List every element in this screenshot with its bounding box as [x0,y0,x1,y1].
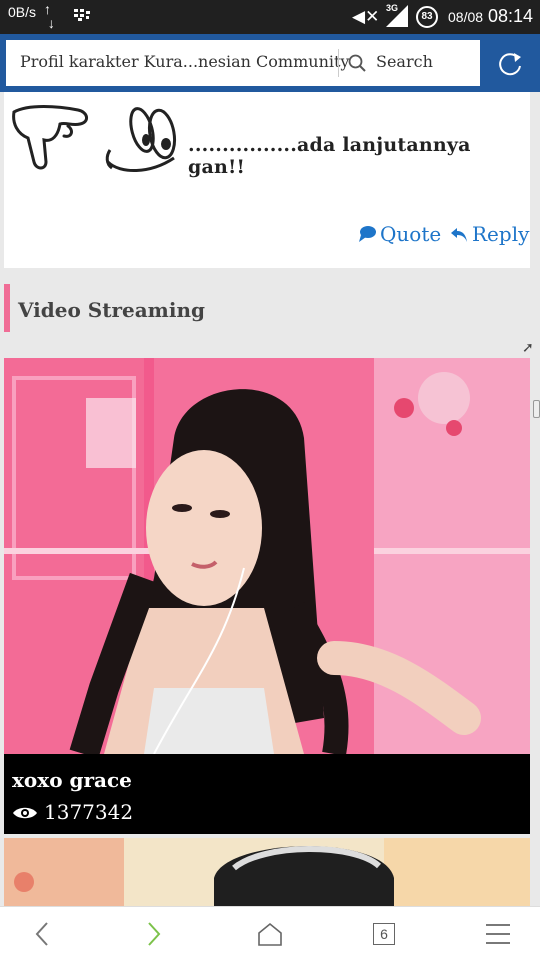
next-video-thumbnail[interactable] [4,838,530,906]
video-thumbnail[interactable] [4,358,530,754]
menu-icon [486,924,510,944]
address-bar[interactable]: Profil karakter Kura...nesian Community … [6,40,480,86]
menu-button[interactable] [458,907,538,961]
quote-button[interactable]: Quote [358,222,441,246]
next-stream-preview-image [4,838,530,906]
data-activity-icon: ↑ ↓ [44,1,55,31]
back-arrow-icon [35,922,48,946]
status-time: 08:14 [488,6,534,26]
quote-label[interactable]: Quote [380,222,441,246]
section-title: Video Streaming [18,298,205,322]
streamer-name[interactable]: xoxo grace [12,768,132,792]
home-icon [258,922,282,946]
post-body-text: ................ada lanjutannya gan!! [188,134,471,178]
search-icon[interactable] [348,54,366,72]
scroll-up-icon[interactable]: ➚ [522,340,534,356]
battery-icon: 83 [416,6,438,28]
forward-arrow-icon [148,922,161,946]
pointing-hand-emoticon [12,105,88,170]
eye-icon [13,807,37,819]
signal-icon [386,5,408,27]
stream-preview-image [4,358,530,754]
tabs-count: 6 [380,926,388,942]
home-button[interactable] [230,907,310,961]
search-button[interactable]: Search [376,52,433,71]
section-marker [4,284,10,332]
reply-label[interactable]: Reply [472,222,529,246]
status-bar: 0B/s ↑ ↓ ◀✕ 3G 83 08/08 08:14 [0,0,540,34]
address-divider [338,49,339,77]
status-date: 08/08 [448,9,484,25]
page-title[interactable]: Profil karakter Kura...nesian Community [20,52,349,71]
net-speed: 0B/s [8,4,37,20]
eyes-emoticon [105,107,177,173]
bbm-icon [74,9,90,21]
refresh-icon[interactable] [496,50,524,78]
browser-bottom-nav: 6 [0,906,540,961]
reply-arrow-icon [451,228,467,242]
forward-button[interactable] [114,907,194,961]
tabs-button[interactable]: 6 [344,907,424,961]
browser-toolbar: Profil karakter Kura...nesian Community … [0,34,540,92]
reply-button[interactable]: Reply [450,222,529,246]
view-count-value: 1377342 [44,800,134,824]
speech-bubble-icon [359,226,376,242]
back-button[interactable] [2,907,82,961]
tabs-icon: 6 [373,923,395,945]
view-count: 1377342 [12,800,133,824]
mute-icon: ◀✕ [352,7,380,26]
forum-post: ................ada lanjutannya gan!! Qu… [4,92,530,268]
video-info-bar[interactable]: xoxo grace 1377342 [4,754,530,834]
page-scrollbar[interactable] [533,400,540,418]
